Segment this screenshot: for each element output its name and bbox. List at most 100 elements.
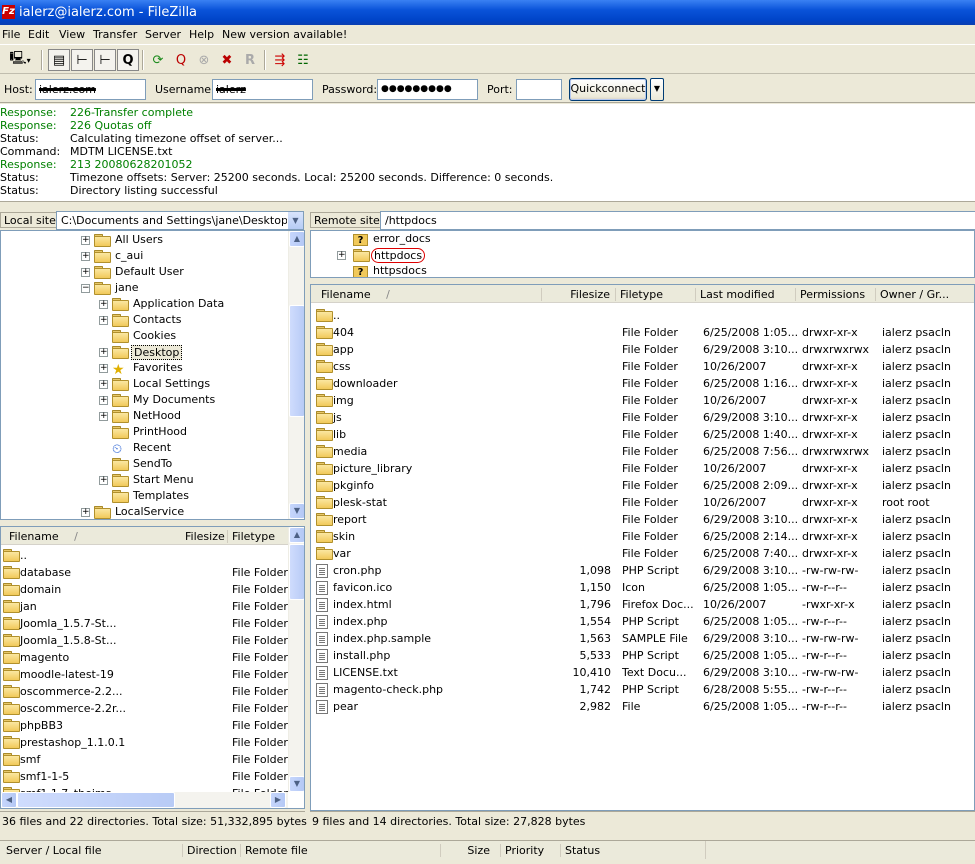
tree-item[interactable]: + Start Menu xyxy=(1,472,287,488)
expand-icon[interactable]: + xyxy=(99,316,108,325)
password-input[interactable]: ●●●●●●●●● xyxy=(377,79,478,100)
menu-help[interactable]: Help xyxy=(189,28,214,41)
username-input[interactable]: ialerz xyxy=(212,79,313,100)
local-tree-scrollbar[interactable]: ▲ ▼ xyxy=(288,231,304,519)
scroll-thumb[interactable] xyxy=(289,305,304,417)
expand-icon[interactable]: + xyxy=(99,476,108,485)
tree-item[interactable]: + Application Data xyxy=(1,296,287,312)
scroll-left-icon[interactable]: ◀ xyxy=(1,792,17,808)
tree-item[interactable]: PrintHood xyxy=(1,424,287,440)
tree-item[interactable]: ? httpsdocs xyxy=(311,263,971,277)
list-item[interactable]: plesk-stat File Folder 10/26/2007 drwxr-xr-… xyxy=(311,494,974,511)
scroll-down-icon[interactable]: ▼ xyxy=(289,503,304,519)
list-item[interactable]: smf File Folder xyxy=(1,751,288,768)
list-item[interactable]: skin File Folder 6/25/2008 2:14... drwxr-xr… xyxy=(311,528,974,545)
tree-item[interactable]: Cookies xyxy=(1,328,287,344)
list-item[interactable]: index.php PHP Script 6/25/2008 1:05... -rw-… xyxy=(311,613,974,630)
list-item[interactable]: js File Folder 6/29/2008 3:10... drwxr-xr-x… xyxy=(311,409,974,426)
list-item[interactable]: Joomla_1.5.8-St... File Folder xyxy=(1,632,288,649)
remote-col-last-modified[interactable]: Last modified xyxy=(695,288,775,301)
local-site-path-combo[interactable]: C:\Documents and Settings\jane\Desktop\ … xyxy=(56,211,304,230)
menu-file[interactable]: File xyxy=(2,28,20,41)
chevron-down-icon[interactable]: ▼ xyxy=(287,212,303,229)
list-item[interactable]: picture_library File Folder 10/26/2007 drwx… xyxy=(311,460,974,477)
cancel-icon[interactable]: ⊗ xyxy=(193,49,215,71)
remote-col-filesize[interactable]: Filesize xyxy=(541,288,614,301)
tree-item[interactable]: + c_aui xyxy=(1,248,287,264)
list-item[interactable]: lib File Folder 6/25/2008 1:40... drwxr-xr-… xyxy=(311,426,974,443)
queue-col-size[interactable]: Size xyxy=(440,844,494,857)
list-item[interactable]: .. xyxy=(1,547,288,564)
expand-icon[interactable]: + xyxy=(337,251,346,260)
list-item[interactable]: pear File 6/25/2008 1:05... -rw-r--r-- ialer… xyxy=(311,698,974,715)
expand-icon[interactable]: + xyxy=(81,252,90,261)
tree-item[interactable]: + Contacts xyxy=(1,312,287,328)
local-list-hscrollbar[interactable]: ◀ ▶ xyxy=(1,792,288,808)
menu-transfer[interactable]: Transfer xyxy=(93,28,137,41)
list-item[interactable]: moodle-latest-19 File Folder xyxy=(1,666,288,683)
quickconnect-button[interactable]: Quickconnect xyxy=(569,78,647,101)
queue-col-priority[interactable]: Priority xyxy=(500,844,544,857)
list-item[interactable]: index.php.sample SAMPLE File 6/29/2008 3:1… xyxy=(311,630,974,647)
list-item[interactable]: downloader File Folder 6/25/2008 1:16... dr… xyxy=(311,375,974,392)
list-item[interactable]: Joomla_1.5.7-St... File Folder xyxy=(1,615,288,632)
list-item[interactable]: .. xyxy=(311,307,974,324)
queue-col-remote-file[interactable]: Remote file xyxy=(240,844,308,857)
list-item[interactable]: domain File Folder xyxy=(1,581,288,598)
reconnect-icon[interactable]: R xyxy=(239,49,261,71)
refresh-icon[interactable]: ⟳ xyxy=(147,49,169,71)
menu-new-version[interactable]: New version available! xyxy=(222,28,347,41)
remote-col-filename[interactable]: Filename / xyxy=(317,288,390,301)
collapse-icon[interactable]: − xyxy=(81,284,90,293)
expand-icon[interactable]: + xyxy=(99,364,108,373)
scroll-down-icon[interactable]: ▼ xyxy=(289,776,304,792)
scroll-right-icon[interactable]: ▶ xyxy=(270,792,286,808)
tree-item[interactable]: SendTo xyxy=(1,456,287,472)
remote-col-owner[interactable]: Owner / Gr... xyxy=(875,288,949,301)
tree-item[interactable]: + NetHood xyxy=(1,408,287,424)
list-item[interactable]: magento File Folder xyxy=(1,649,288,666)
list-item[interactable]: magento-check.php PHP Script 6/28/2008 5:5… xyxy=(311,681,974,698)
compare-icon[interactable]: ⇶ xyxy=(269,49,291,71)
remote-col-filetype[interactable]: Filetype xyxy=(615,288,663,301)
tree-item[interactable]: + Local Settings xyxy=(1,376,287,392)
scroll-thumb[interactable] xyxy=(289,544,304,600)
local-list-scrollbar[interactable]: ▲ ▼ xyxy=(288,527,304,792)
tree-item[interactable]: − jane xyxy=(1,280,287,296)
list-item[interactable]: var File Folder 6/25/2008 7:40... drwxr-xr-… xyxy=(311,545,974,562)
tree-item[interactable]: + LocalService xyxy=(1,504,287,519)
list-item[interactable]: oscommerce-2.2r... File Folder xyxy=(1,700,288,717)
port-input[interactable] xyxy=(516,79,562,100)
list-item[interactable]: pkginfo File Folder 6/25/2008 2:09... drwxr… xyxy=(311,477,974,494)
menu-edit[interactable]: Edit xyxy=(28,28,49,41)
expand-icon[interactable]: + xyxy=(81,268,90,277)
expand-icon[interactable]: + xyxy=(99,396,108,405)
list-item[interactable]: LICENSE.txt Text Docu... 6/29/2008 3:10...… xyxy=(311,664,974,681)
host-input[interactable]: ialerz.com xyxy=(35,79,146,100)
toggle-local-tree-icon[interactable]: ⊢ xyxy=(71,49,93,71)
list-item[interactable]: cron.php PHP Script 6/29/2008 3:10... -rw-r… xyxy=(311,562,974,579)
tree-item[interactable]: + Desktop xyxy=(1,344,287,360)
expand-icon[interactable]: + xyxy=(81,236,90,245)
tree-item[interactable]: + My Documents xyxy=(1,392,287,408)
toggle-remote-tree-icon[interactable]: ⊢ xyxy=(94,49,116,71)
expand-icon[interactable]: + xyxy=(99,348,108,357)
local-directory-tree[interactable]: ▲ ▼ + All Users + c_aui + Default User − jane + A… xyxy=(0,230,305,520)
scroll-up-icon[interactable]: ▲ xyxy=(289,231,304,247)
queue-col-server-local[interactable]: Server / Local file xyxy=(2,844,102,857)
list-item[interactable]: jan File Folder xyxy=(1,598,288,615)
list-item[interactable]: install.php PHP Script 6/25/2008 1:05... -r… xyxy=(311,647,974,664)
tree-item[interactable]: Templates xyxy=(1,488,287,504)
expand-icon[interactable]: + xyxy=(99,300,108,309)
list-item[interactable]: phpBB3 File Folder xyxy=(1,717,288,734)
local-file-list[interactable]: Filename / Filesize Filetype .. database F… xyxy=(0,526,305,809)
scroll-up-icon[interactable]: ▲ xyxy=(289,527,304,543)
list-item[interactable]: img File Folder 10/26/2007 drwxr-xr-x ialerz… xyxy=(311,392,974,409)
menu-server[interactable]: Server xyxy=(145,28,181,41)
tree-item[interactable]: + httpdocs xyxy=(311,247,971,263)
queue-col-direction[interactable]: Direction xyxy=(182,844,237,857)
disconnect-icon[interactable]: ✖ xyxy=(216,49,238,71)
list-item[interactable]: favicon.ico Icon 6/25/2008 1:05... -rw-r--r… xyxy=(311,579,974,596)
message-log[interactable]: Response: 226-Transfer complete Response: 2… xyxy=(0,104,975,202)
tree-item[interactable]: + ★ Favorites xyxy=(1,360,287,378)
